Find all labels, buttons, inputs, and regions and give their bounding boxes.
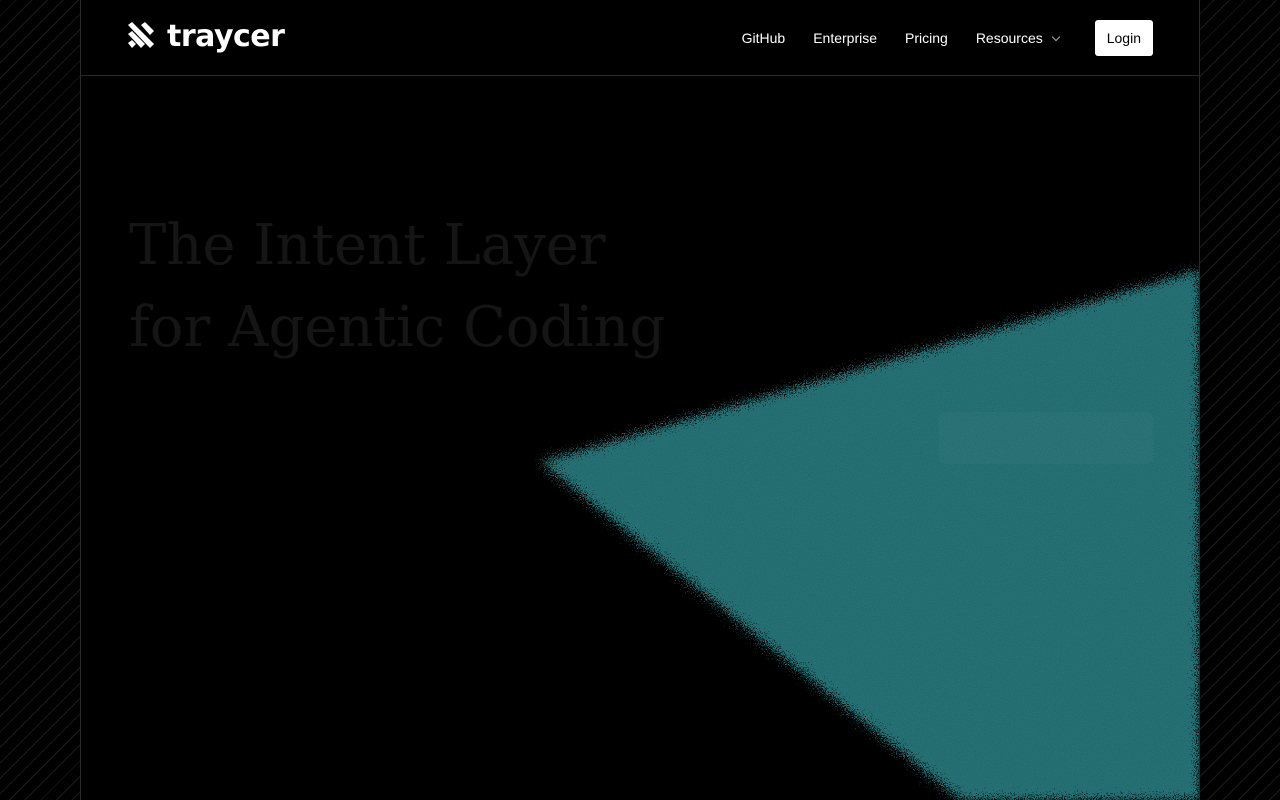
hero-title-line-1: The Intent Layer: [129, 213, 606, 278]
top-navbar: traycer GitHub Enterprise Pricing Resour…: [81, 0, 1199, 76]
hero-title: The Intent Layer for Agentic Coding: [129, 205, 665, 369]
login-button[interactable]: Login: [1094, 20, 1153, 56]
nav-link-github[interactable]: GitHub: [742, 30, 786, 46]
traycer-logo-icon: [128, 22, 154, 48]
nav-links: GitHub Enterprise Pricing Resources Logi…: [714, 20, 1153, 56]
brand-name: traycer: [167, 19, 285, 54]
nav-link-resources[interactable]: Resources: [975, 30, 1060, 46]
nav-link-enterprise[interactable]: Enterprise: [813, 30, 877, 46]
brand-logo[interactable]: traycer: [128, 18, 285, 56]
hero-gradient-shape: [521, 240, 1199, 800]
nav-link-pricing[interactable]: Pricing: [905, 30, 948, 46]
hero-title-line-2: for Agentic Coding: [129, 295, 666, 360]
page-background: traycer GitHub Enterprise Pricing Resour…: [0, 0, 1280, 800]
nav-link-resources-label: Resources: [975, 30, 1043, 46]
hero-cta-placeholder[interactable]: [939, 412, 1153, 464]
chevron-down-icon: [1051, 32, 1060, 41]
main-frame: traycer GitHub Enterprise Pricing Resour…: [80, 0, 1200, 800]
